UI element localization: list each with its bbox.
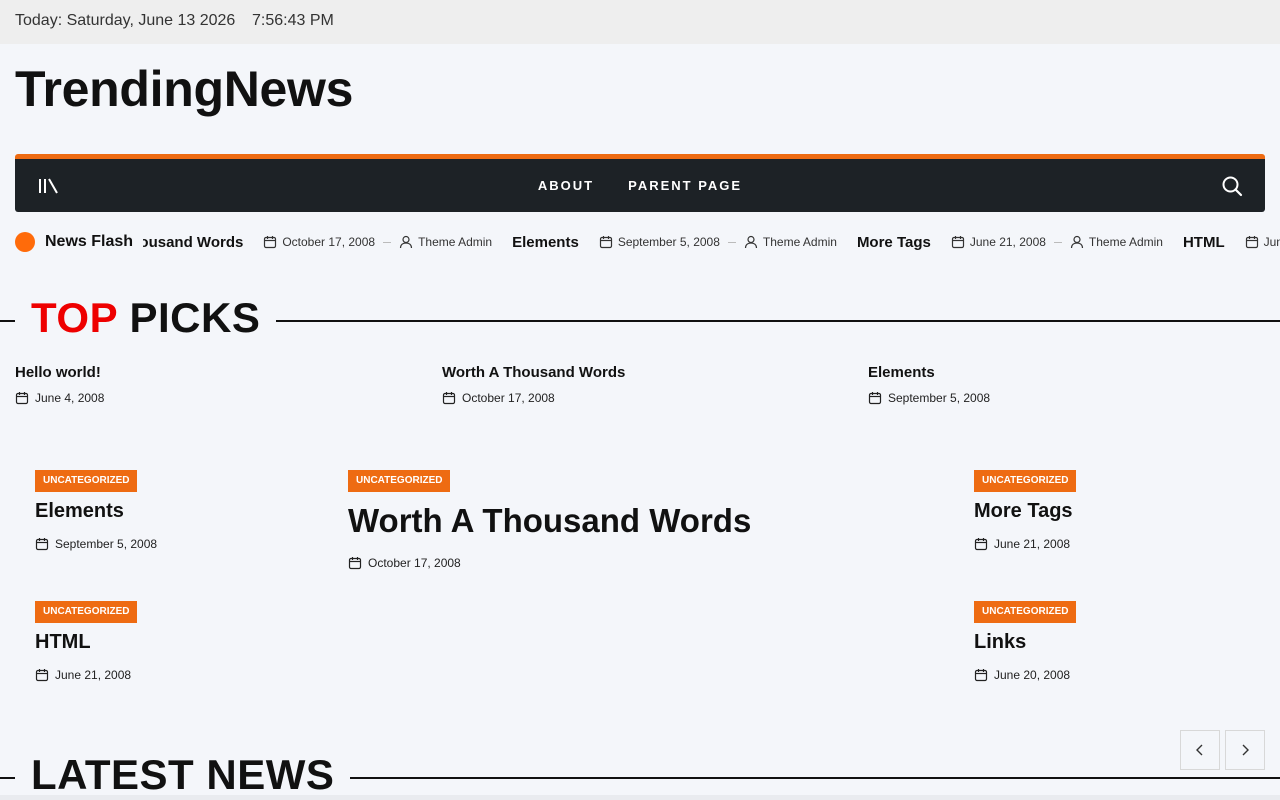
page-bottom-divider — [0, 795, 1280, 800]
ticker-author: Theme Admin — [399, 235, 492, 249]
category-badge[interactable]: UNCATEGORIZED — [35, 470, 138, 492]
post-date: June 21, 2008 — [35, 668, 137, 682]
ticker-title[interactable]: Elements — [512, 234, 579, 251]
nav-link-about[interactable]: ABOUT — [538, 178, 594, 193]
news-flash-text: News Flash — [45, 233, 134, 250]
user-icon — [1070, 235, 1084, 249]
user-icon — [744, 235, 757, 249]
calendar-icon — [348, 557, 362, 570]
category-badge[interactable]: UNCATEGORIZED — [35, 601, 138, 623]
ticker-date: June 21, 2008 — [951, 235, 1046, 249]
calendar-icon — [868, 392, 882, 405]
category-badge[interactable]: UNCATEGORIZED — [974, 470, 1077, 492]
calendar-icon — [974, 538, 988, 551]
calendar-icon — [15, 392, 29, 405]
featured-post-title[interactable]: Worth A Thousand Words — [348, 502, 751, 540]
top-pick-item: Worth A Thousand Words October 17, 2008 — [442, 364, 842, 405]
top-pick-title[interactable]: Worth A Thousand Words — [442, 364, 842, 381]
top-bar: Today: Saturday, June 13 2026 7:56:43 PM — [0, 0, 1280, 44]
calendar-icon — [1245, 236, 1258, 249]
site-title[interactable]: TrendingNews — [15, 60, 353, 118]
ticker-title[interactable]: More Tags — [857, 234, 931, 251]
ticker-date: October 17, 2008 — [263, 235, 375, 249]
ticker-item: HTML June 21, 2008 — [1183, 234, 1280, 251]
calendar-icon — [264, 236, 277, 249]
section-title: TOP PICKS — [15, 294, 277, 342]
calendar-icon — [35, 538, 49, 551]
post-date: June 4, 2008 — [15, 391, 415, 405]
ticker-item: More Tags June 21, 2008 Theme Admin — [857, 234, 1163, 251]
top-pick-title[interactable]: Hello world! — [15, 364, 415, 381]
category-badge[interactable]: UNCATEGORIZED — [974, 601, 1077, 623]
post-title[interactable]: Elements — [35, 500, 157, 523]
post-date: October 17, 2008 — [348, 556, 751, 570]
post-date: September 5, 2008 — [35, 537, 157, 551]
ticker-date: September 5, 2008 — [599, 235, 720, 249]
calendar-icon — [599, 236, 612, 249]
top-pick-item: Elements September 5, 2008 — [868, 364, 1268, 405]
top-pick-item: Hello world! June 4, 2008 — [15, 364, 415, 405]
post-title[interactable]: HTML — [35, 631, 137, 654]
ticker-date: June 21, 2008 — [1245, 235, 1280, 249]
calendar-icon — [442, 392, 456, 405]
current-date: Today: Saturday, June 13 2026 — [15, 12, 236, 29]
nav-links: ABOUT PARENT PAGE — [15, 159, 1265, 212]
latest-news-heading: LATEST NEWS — [0, 751, 1280, 800]
current-time: 7:56:43 PM — [252, 12, 334, 29]
news-flash-label: News Flash — [15, 222, 144, 262]
section-title: LATEST NEWS — [15, 751, 351, 799]
post-card: UNCATEGORIZED Elements September 5, 2008 — [35, 470, 157, 551]
post-date: October 17, 2008 — [442, 391, 842, 405]
main-navbar: ABOUT PARENT PAGE — [15, 154, 1265, 212]
post-card: UNCATEGORIZED Links June 20, 2008 — [974, 601, 1077, 682]
top-pick-title[interactable]: Elements — [868, 364, 1268, 381]
post-card: UNCATEGORIZED HTML June 21, 2008 — [35, 601, 138, 682]
calendar-icon — [35, 669, 49, 682]
post-date: June 21, 2008 — [974, 537, 1076, 551]
post-date: September 5, 2008 — [868, 391, 1268, 405]
post-date: June 20, 2008 — [974, 668, 1076, 682]
ticker-item: Elements September 5, 2008 Theme Admin — [512, 234, 837, 251]
user-icon — [399, 235, 413, 249]
news-flash-bar: Worth A Thousand Words October 17, 2008 … — [0, 222, 1280, 262]
post-card: UNCATEGORIZED More Tags June 21, 2008 — [974, 470, 1077, 551]
featured-post-card: UNCATEGORIZED Worth A Thousand Words Oct… — [348, 470, 751, 570]
top-picks-heading: TOP PICKS — [0, 294, 1280, 344]
calendar-icon — [951, 236, 964, 249]
news-ticker: Worth A Thousand Words October 17, 2008 … — [60, 222, 1280, 262]
post-title[interactable]: Links — [974, 631, 1076, 654]
calendar-icon — [974, 669, 988, 682]
ticker-author: Theme Admin — [744, 235, 837, 249]
ticker-title[interactable]: HTML — [1183, 234, 1225, 251]
ticker-author: Theme Admin — [1070, 235, 1163, 249]
search-icon[interactable] — [1221, 175, 1243, 197]
nav-link-parent-page[interactable]: PARENT PAGE — [628, 178, 742, 193]
post-title[interactable]: More Tags — [974, 500, 1076, 523]
live-dot-icon — [15, 232, 35, 252]
category-badge[interactable]: UNCATEGORIZED — [348, 470, 451, 492]
